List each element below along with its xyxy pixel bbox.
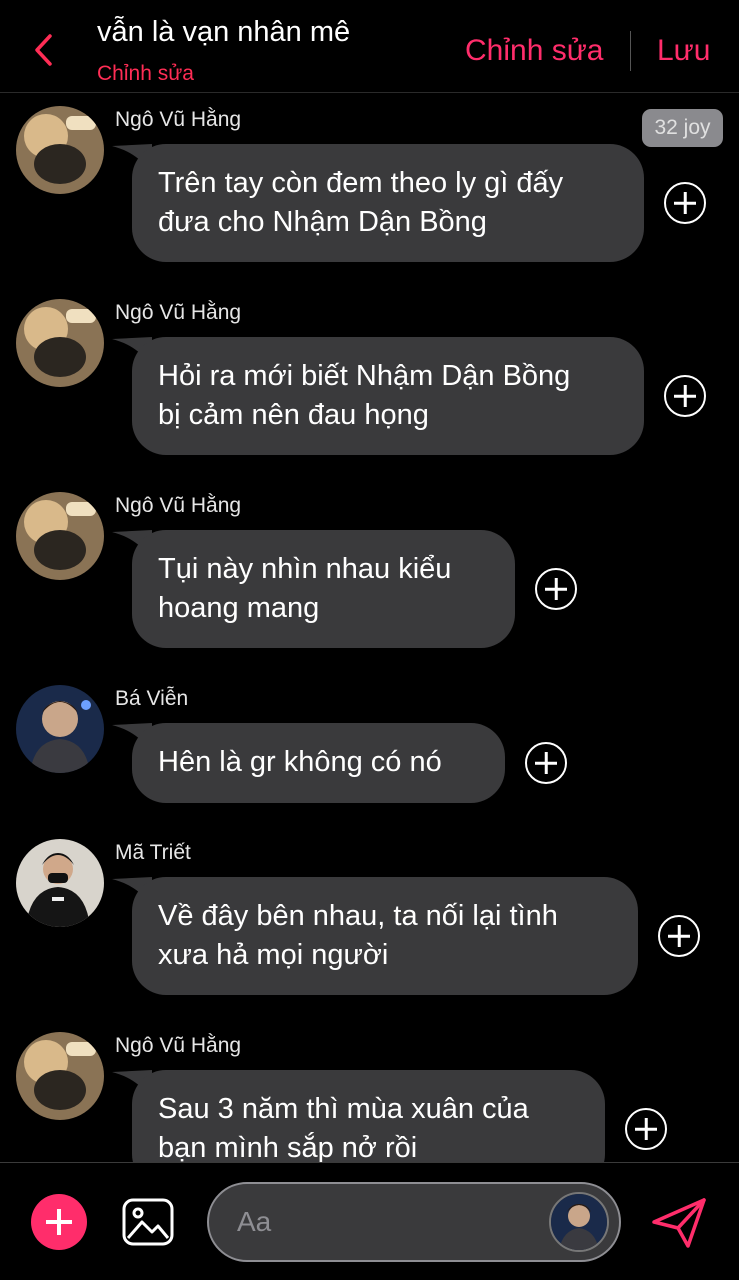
add-reaction-icon[interactable] <box>625 1108 667 1150</box>
save-button[interactable]: Lưu <box>657 34 710 68</box>
avatar-ngo-vu-hang[interactable] <box>16 1032 104 1120</box>
message-line: Hên là gr không có nó <box>158 746 442 778</box>
image-icon[interactable] <box>122 1198 174 1246</box>
sender-name: Ngô Vũ Hằng <box>115 108 242 131</box>
sender-name: Ngô Vũ Hằng <box>115 301 242 324</box>
sender-avatar[interactable] <box>549 1192 609 1252</box>
chat-header: vẫn là vạn nhân mê Chỉnh sửa Chỉnh sửa L… <box>0 0 739 93</box>
add-reaction-icon[interactable] <box>664 182 706 224</box>
sender-name: Bá Viễn <box>115 687 189 710</box>
avatar-ngo-vu-hang[interactable] <box>16 106 104 194</box>
add-reaction-icon[interactable] <box>658 915 700 957</box>
avatar-ngo-vu-hang[interactable] <box>16 299 104 387</box>
avatar-ngo-vu-hang[interactable] <box>16 492 104 580</box>
message-line: Về đây bên nhau, ta nối lại tình <box>158 900 558 932</box>
avatar-ma-triet[interactable] <box>16 839 104 927</box>
header-divider <box>630 31 631 71</box>
edit-button[interactable]: Chỉnh sửa <box>465 34 604 68</box>
sender-name: Mã Triết <box>115 841 191 864</box>
chat-title: vẫn là vạn nhân mê <box>97 16 351 48</box>
send-icon[interactable] <box>650 1196 708 1250</box>
message-line: Hỏi ra mới biết Nhậm Dận Bồng <box>158 360 571 392</box>
message-line: Tụi này nhìn nhau kiểu <box>158 553 452 585</box>
back-chevron-icon[interactable] <box>28 30 58 70</box>
message-feed[interactable]: Ngô Vũ Hằng 32 joy Trên tay còn đem theo… <box>0 94 739 1162</box>
message-bubble[interactable]: Về đây bên nhau, ta nối lại tình xưa hả … <box>132 877 638 995</box>
message-bubble[interactable]: Trên tay còn đem theo ly gì đấy đưa cho … <box>132 144 644 262</box>
message-line: bị cảm nên đau họng <box>158 399 429 431</box>
message-bubble[interactable]: Tụi này nhìn nhau kiểu hoang mang <box>132 530 515 648</box>
sender-name: Ngô Vũ Hằng <box>115 494 242 517</box>
composer-bar <box>0 1162 739 1280</box>
message-bubble[interactable]: Hên là gr không có nó <box>132 723 505 803</box>
message-line: đưa cho Nhậm Dận Bồng <box>158 206 487 238</box>
sender-name: Ngô Vũ Hằng <box>115 1034 242 1057</box>
add-reaction-icon[interactable] <box>664 375 706 417</box>
add-reaction-icon[interactable] <box>525 742 567 784</box>
joy-badge: 32 joy <box>642 109 723 147</box>
message-input-wrapper <box>207 1182 621 1262</box>
chat-subtitle[interactable]: Chỉnh sửa <box>97 62 194 86</box>
message-bubble[interactable]: Hỏi ra mới biết Nhậm Dận Bồng bị cảm nên… <box>132 337 644 455</box>
message-line: bạn mình sắp nở rồi <box>158 1132 418 1162</box>
message-line: Trên tay còn đem theo ly gì đấy <box>158 167 564 199</box>
avatar-ba-vien[interactable] <box>16 685 104 773</box>
add-reaction-icon[interactable] <box>535 568 577 610</box>
message-line: xưa hả mọi người <box>158 939 389 971</box>
message-input[interactable] <box>237 1184 537 1260</box>
message-line: Sau 3 năm thì mùa xuân của <box>158 1093 529 1125</box>
plus-icon[interactable] <box>31 1194 87 1250</box>
message-bubble[interactable]: Sau 3 năm thì mùa xuân của bạn mình sắp … <box>132 1070 605 1162</box>
message-line: hoang mang <box>158 592 320 624</box>
